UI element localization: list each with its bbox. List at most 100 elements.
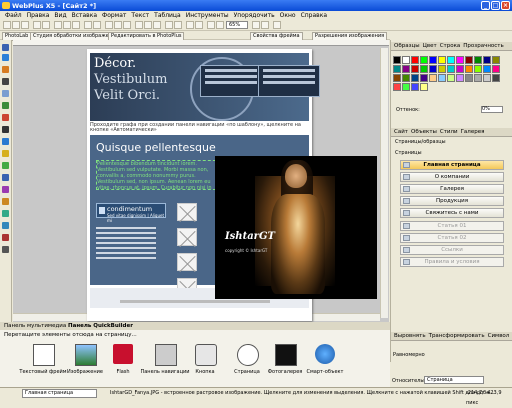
redo-icon[interactable] (93, 21, 101, 29)
align-icon[interactable] (165, 21, 173, 29)
tab-transform[interactable]: Трансформировать (429, 333, 485, 339)
color-swatch[interactable] (438, 65, 446, 73)
color-swatch[interactable] (456, 65, 464, 73)
color-swatch[interactable] (429, 65, 437, 73)
color-swatch[interactable] (429, 56, 437, 64)
color-swatch[interactable] (393, 56, 401, 64)
menu-insert[interactable]: Вставка (72, 12, 97, 19)
maximize-button[interactable]: □ (491, 1, 500, 10)
color-swatch[interactable] (420, 56, 428, 64)
undo-icon[interactable] (84, 21, 92, 29)
zoom-field[interactable]: 65% (226, 21, 248, 29)
menu-window[interactable]: Окно (280, 12, 296, 19)
tab-media[interactable]: Панель мультимедиа (4, 322, 66, 330)
close-button[interactable]: × (501, 1, 510, 10)
table-tool-icon[interactable] (2, 90, 9, 97)
zoom-in-icon[interactable] (216, 21, 224, 29)
menu-edit[interactable]: Правка (27, 12, 50, 19)
graphic-icon[interactable] (135, 21, 143, 29)
color-swatch[interactable] (411, 65, 419, 73)
spell-icon[interactable] (186, 21, 194, 29)
menu-view[interactable]: Вид (54, 12, 66, 19)
image-placeholder[interactable] (177, 228, 197, 246)
open-icon[interactable] (12, 21, 20, 29)
flash-tool-icon[interactable] (2, 210, 9, 217)
picture-tool-icon[interactable] (2, 102, 9, 109)
color-swatch[interactable] (492, 74, 500, 82)
actual-size-icon[interactable] (261, 21, 269, 29)
minimize-button[interactable]: _ (481, 1, 490, 10)
menu-help[interactable]: Справка (301, 12, 327, 19)
color-swatch[interactable] (474, 56, 482, 64)
form-tool-icon[interactable] (2, 174, 9, 181)
vertical-scrollbar[interactable] (380, 48, 388, 318)
site-page-article-1[interactable]: Статья 01 (400, 221, 504, 231)
publish-icon[interactable] (42, 21, 50, 29)
color-swatch[interactable] (492, 56, 500, 64)
new-icon[interactable] (3, 21, 11, 29)
site-page-home[interactable]: Главная страница (400, 160, 504, 170)
color-swatch[interactable] (447, 56, 455, 64)
color-swatch[interactable] (456, 74, 464, 82)
site-page-products[interactable]: Продукция (400, 196, 504, 206)
gallery-tool-icon[interactable] (2, 246, 9, 253)
menu-tools[interactable]: Инструменты (186, 12, 229, 19)
html-tool-icon[interactable] (2, 186, 9, 193)
menu-format[interactable]: Формат (102, 12, 126, 19)
condimentum-button[interactable]: condimentum Sed vitae dignissim | Alique… (96, 203, 166, 223)
help-icon[interactable] (273, 21, 281, 29)
color-swatch[interactable] (456, 56, 464, 64)
smart-object-tool-icon[interactable] (2, 222, 9, 229)
color-swatch[interactable] (393, 74, 401, 82)
color-swatch[interactable] (465, 56, 473, 64)
color-swatch[interactable] (465, 74, 473, 82)
rotate-tool-icon[interactable] (2, 54, 9, 61)
color-swatch[interactable] (492, 65, 500, 73)
selected-photo[interactable]: IshtarGT copyright © IshtarGT (215, 156, 377, 299)
tab-styles[interactable]: Стили (440, 129, 458, 135)
menu-table[interactable]: Таблица (154, 12, 181, 19)
fit-page-icon[interactable] (252, 21, 260, 29)
color-swatch[interactable] (393, 65, 401, 73)
pointer-tool-icon[interactable] (2, 44, 9, 51)
tab-swatches[interactable]: Образцы (394, 43, 420, 49)
tab-align[interactable]: Выровнять (394, 333, 426, 339)
color-swatch[interactable] (402, 65, 410, 73)
tab-transparency[interactable]: Прозрачность (463, 43, 503, 49)
image-placeholder[interactable] (177, 253, 197, 271)
save-icon[interactable] (21, 21, 29, 29)
color-swatch[interactable] (438, 56, 446, 64)
copy-icon[interactable] (63, 21, 71, 29)
chart-icon[interactable] (123, 21, 131, 29)
tint-field[interactable]: 0% (481, 106, 503, 113)
preview-icon[interactable] (33, 21, 41, 29)
tab-color[interactable]: Цвет (423, 43, 437, 49)
menu-arrange[interactable]: Упорядочить (234, 12, 275, 19)
layers-icon[interactable] (144, 21, 152, 29)
site-page-article-2[interactable]: Статья 02 (400, 233, 504, 243)
color-swatch[interactable] (438, 74, 446, 82)
hero-banner[interactable]: Décor. Vestibulum Velit Orci. (90, 53, 320, 121)
relative-dropdown[interactable]: Страница (424, 376, 484, 384)
site-page-gallery[interactable]: Галерея (400, 184, 504, 194)
color-swatch[interactable] (411, 56, 419, 64)
pen-tool-icon[interactable] (2, 114, 9, 121)
color-swatch[interactable] (393, 83, 401, 91)
menu-file[interactable]: Файл (5, 12, 22, 19)
tab-symbol[interactable]: Символ (488, 333, 510, 339)
color-swatch[interactable] (474, 65, 482, 73)
color-swatch[interactable] (483, 65, 491, 73)
navigation-bar[interactable] (200, 65, 262, 97)
color-swatch[interactable] (420, 83, 428, 91)
tab-line[interactable]: Строка (440, 43, 461, 49)
color-swatch[interactable] (483, 74, 491, 82)
ecommerce-tool-icon[interactable] (2, 234, 9, 241)
qb-smart-object[interactable]: Смарт-объект (300, 344, 350, 382)
image-placeholder[interactable] (177, 203, 197, 221)
paste-icon[interactable] (72, 21, 80, 29)
color-swatch[interactable] (420, 74, 428, 82)
zoom-out-icon[interactable] (207, 21, 215, 29)
site-page-links[interactable]: Ссылки (400, 245, 504, 255)
button-tool-icon[interactable] (2, 150, 9, 157)
menu-text[interactable]: Текст (131, 12, 149, 19)
